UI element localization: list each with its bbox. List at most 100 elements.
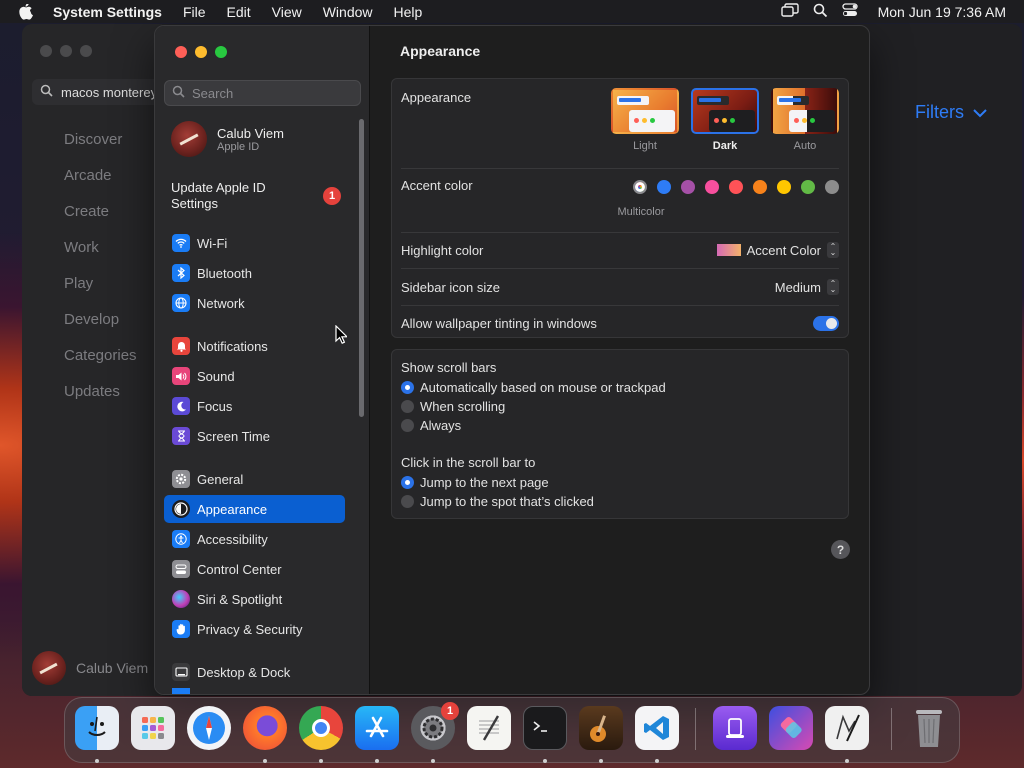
- sidebar-icon-size-popup[interactable]: Medium ⌃ ⌄: [775, 279, 839, 295]
- vscode-icon[interactable]: [635, 706, 679, 750]
- sidebar-item-screen-time[interactable]: Screen Time: [164, 422, 345, 450]
- terminal-icon[interactable]: [523, 706, 567, 750]
- sidebar-item-label: Screen Time: [197, 428, 270, 444]
- highlight-color-popup[interactable]: Accent Color ⌃ ⌄: [716, 242, 839, 258]
- chrome-icon[interactable]: [299, 706, 343, 750]
- menu-app-name[interactable]: System Settings: [53, 4, 162, 20]
- auto-mode-preview: [771, 88, 839, 134]
- scroll-option-always[interactable]: Always: [401, 416, 839, 434]
- accent-swatch[interactable]: [825, 180, 839, 194]
- menu-file[interactable]: File: [183, 4, 206, 20]
- sidebar-item-focus[interactable]: Focus: [164, 392, 345, 420]
- sidebar-item-label: General: [197, 471, 244, 487]
- menu-window[interactable]: Window: [323, 4, 373, 20]
- page-title: Appearance: [400, 43, 481, 59]
- app-store-account[interactable]: Calub Viem: [32, 651, 148, 685]
- sidebar-item-siri-spotlight[interactable]: Siri & Spotlight: [164, 585, 345, 613]
- dark-mode-preview: [691, 88, 759, 134]
- sidebar-item-accessibility[interactable]: Accessibility: [164, 525, 345, 553]
- appearance-options: Light Dark Auto: [611, 88, 839, 152]
- accent-swatch-multicolor[interactable]: [633, 180, 647, 194]
- sidebar-item-control-center[interactable]: Control Center: [164, 555, 345, 583]
- app-store-nav-work[interactable]: Work: [64, 239, 137, 275]
- minimize-button[interactable]: [195, 46, 207, 58]
- app-store-nav-arcade[interactable]: Arcade: [64, 167, 137, 203]
- shortcuts-icon[interactable]: [769, 706, 813, 750]
- launchpad-icon[interactable]: [131, 706, 175, 750]
- app-store-nav-play[interactable]: Play: [64, 275, 137, 311]
- accent-swatch[interactable]: [777, 180, 791, 194]
- zoom-button[interactable]: [215, 46, 227, 58]
- accent-swatch[interactable]: [801, 180, 815, 194]
- script-editor-icon[interactable]: [825, 706, 869, 750]
- garageband-icon[interactable]: [579, 706, 623, 750]
- scroll-option-when-scrolling[interactable]: When scrolling: [401, 397, 839, 415]
- sidebar-item-notifications[interactable]: Notifications: [164, 332, 345, 360]
- sidebar-item-sound[interactable]: Sound: [164, 362, 345, 390]
- accent-swatch[interactable]: [753, 180, 767, 194]
- help-button[interactable]: ?: [831, 540, 850, 559]
- wallpaper-tinting-row: Allow wallpaper tinting in windows: [401, 309, 839, 337]
- running-indicator: [263, 759, 267, 763]
- app-store-user-name: Calub Viem: [76, 660, 149, 676]
- accent-swatch[interactable]: [729, 180, 743, 194]
- accent-selected-name: Multicolor: [617, 206, 665, 218]
- dock-separator: [891, 708, 892, 750]
- stepper-chevrons-icon: ⌃ ⌄: [827, 242, 839, 258]
- sidebar-scrollbar[interactable]: [359, 119, 364, 417]
- light-mode-preview: [611, 88, 679, 134]
- wallpaper-tinting-toggle[interactable]: [813, 315, 839, 331]
- apple-configurator-icon[interactable]: [713, 706, 757, 750]
- menu-bar: System Settings File Edit View Window He…: [0, 0, 1024, 23]
- click-option-next-page[interactable]: Jump to the next page: [401, 473, 839, 491]
- menu-view[interactable]: View: [272, 4, 302, 20]
- sidebar-item-network[interactable]: Network: [164, 289, 345, 317]
- menu-edit[interactable]: Edit: [227, 4, 251, 20]
- accent-color-swatches: Multicolor: [617, 180, 839, 218]
- appearance-option-auto[interactable]: Auto: [771, 88, 839, 152]
- sidebar-item-privacy-security[interactable]: Privacy & Security: [164, 615, 345, 643]
- apple-id-profile[interactable]: Calub Viem Apple ID: [171, 121, 284, 157]
- sidebar-item-bluetooth[interactable]: Bluetooth: [164, 259, 345, 287]
- appearance-option-light[interactable]: Light: [611, 88, 679, 152]
- scroll-option-automatic[interactable]: Automatically based on mouse or trackpad: [401, 378, 839, 396]
- safari-icon[interactable]: [187, 706, 231, 750]
- firefox-icon[interactable]: [243, 706, 287, 750]
- sidebar-item-desktop-dock[interactable]: Desktop & Dock: [164, 658, 345, 686]
- finder-icon[interactable]: [75, 706, 119, 750]
- running-indicator: [655, 759, 659, 763]
- app-store-icon[interactable]: [355, 706, 399, 750]
- appearance-settings-card: Appearance Light Dark Auto Accent color …: [391, 78, 849, 338]
- menu-help[interactable]: Help: [394, 4, 423, 20]
- accent-swatch[interactable]: [705, 180, 719, 194]
- desktop-icon: [172, 663, 190, 681]
- update-apple-id-item[interactable]: Update Apple ID Settings 1: [171, 180, 341, 212]
- filters-button[interactable]: Filters: [915, 102, 988, 123]
- click-option-label: Jump to the spot that’s clicked: [420, 493, 594, 509]
- screen-mirroring-icon[interactable]: [780, 3, 799, 20]
- appearance-option-dark[interactable]: Dark: [691, 88, 759, 152]
- sidebar-item-wifi[interactable]: Wi-Fi: [164, 229, 345, 257]
- accent-swatch[interactable]: [681, 180, 695, 194]
- radio-icon: [401, 494, 414, 508]
- menu-clock[interactable]: Mon Jun 19 7:36 AM: [878, 4, 1006, 20]
- app-store-nav-develop[interactable]: Develop: [64, 311, 137, 347]
- click-option-spot-clicked[interactable]: Jump to the spot that’s clicked: [401, 492, 839, 510]
- speaker-icon: [172, 367, 190, 385]
- sidebar-item-appearance[interactable]: Appearance: [164, 495, 345, 523]
- running-indicator: [845, 759, 849, 763]
- spotlight-search-icon[interactable]: [813, 3, 828, 21]
- app-store-nav-categories[interactable]: Categories: [64, 347, 137, 383]
- app-store-nav-create[interactable]: Create: [64, 203, 137, 239]
- app-store-nav-discover[interactable]: Discover: [64, 131, 137, 167]
- divider: [401, 268, 839, 269]
- apple-menu-icon[interactable]: [17, 3, 35, 21]
- sidebar-search-field[interactable]: Search: [164, 80, 361, 106]
- trash-icon[interactable]: [907, 706, 951, 750]
- sidebar-item-general[interactable]: General: [164, 465, 345, 493]
- accent-swatch[interactable]: [657, 180, 671, 194]
- close-button[interactable]: [175, 46, 187, 58]
- control-center-icon[interactable]: [841, 3, 858, 20]
- textedit-icon[interactable]: [467, 706, 511, 750]
- app-store-nav-updates[interactable]: Updates: [64, 383, 137, 419]
